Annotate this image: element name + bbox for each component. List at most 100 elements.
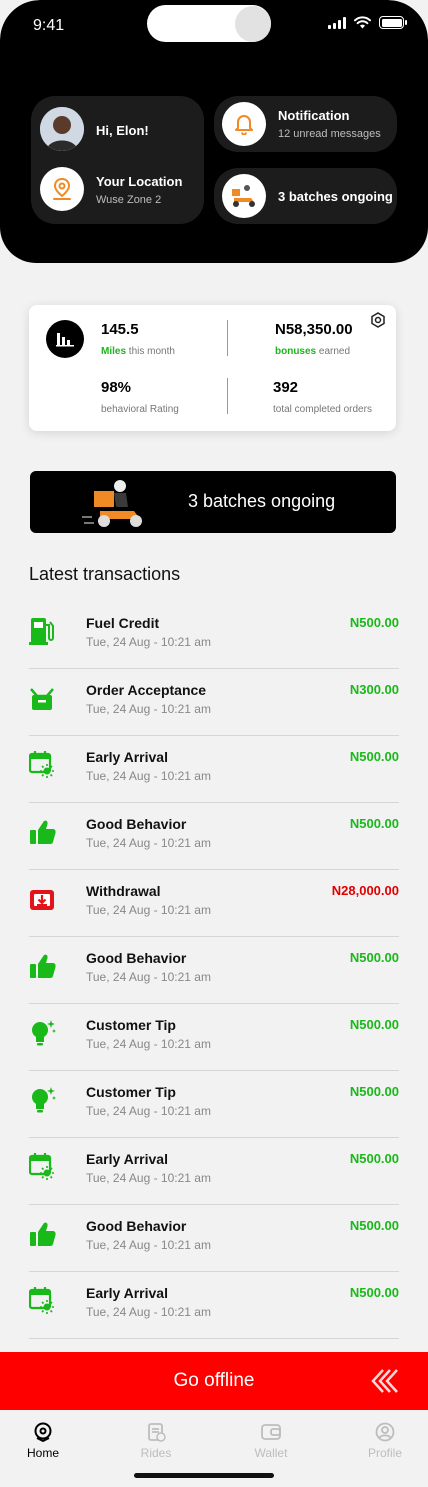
banner-label: 3 batches ongoing [188,491,336,511]
location-value: Wuse Zone 2 [96,194,162,206]
camera-icon [235,6,271,42]
transaction-row[interactable]: Fuel Credit Tue, 24 Aug - 10:21 am N500.00 [29,602,399,669]
bell-icon [222,102,266,146]
stats-card: 145.5 Miles this month N58,350.00 bonuse… [29,305,396,431]
transaction-title: Early Arrival [86,1151,168,1167]
go-offline-button[interactable]: Go offline [0,1352,428,1410]
transaction-date: Tue, 24 Aug - 10:21 am [86,903,211,917]
location-pin-icon [40,167,84,211]
wifi-icon [354,16,371,29]
transaction-date: Tue, 24 Aug - 10:21 am [86,769,211,783]
thumbs-up-icon [29,1219,56,1249]
calendar-sun-icon [28,750,55,780]
transaction-date: Tue, 24 Aug - 10:21 am [86,1238,211,1252]
divider [227,320,228,356]
signal-icon [328,16,346,29]
rides-list-icon [148,1423,166,1442]
transaction-title: Good Behavior [86,1218,187,1234]
delivery-scooter-icon [82,480,142,527]
profile-card[interactable]: Hi, Elon! Your Location Wuse Zone 2 [31,96,204,224]
nav-wallet-label: Wallet [254,1446,288,1460]
greeting: Hi, Elon! [96,123,149,138]
orders-label: total completed orders [273,404,372,415]
transaction-amount: N500.00 [349,816,399,831]
transaction-row[interactable]: Customer Tip Tue, 24 Aug - 10:21 am N500.0… [29,1004,399,1071]
phone-screen: 9:41 Hi, Elon! Your Location Wuse Zone 2… [0,0,428,1487]
bonus-value: N58,350.00 [275,321,353,338]
transaction-date: Tue, 24 Aug - 10:21 am [86,970,211,984]
header: 9:41 Hi, Elon! Your Location Wuse Zone 2… [0,0,428,263]
thumbs-up-icon [29,817,56,847]
basket-icon [29,683,55,713]
home-indicator[interactable] [134,1473,274,1478]
rating-label: behavioral Rating [101,404,179,415]
transaction-amount: N500.00 [349,1017,399,1032]
lightbulb-icon [29,1085,56,1115]
transaction-row[interactable]: Withdrawal Tue, 24 Aug - 10:21 am N28,000.… [29,870,399,937]
status-icons [328,16,407,29]
transaction-title: Good Behavior [86,816,187,832]
wallet-icon [261,1424,281,1440]
transaction-amount: N28,000.00 [331,883,399,898]
bonus-label: bonuses earned [275,346,351,357]
transaction-amount: N500.00 [349,615,399,630]
double-chevron-left-icon [371,1369,398,1393]
transaction-date: Tue, 24 Aug - 10:21 am [86,1171,211,1185]
nav-rides-label: Rides [140,1446,172,1460]
profile-icon [375,1422,395,1442]
transaction-amount: N500.00 [349,749,399,764]
transaction-row[interactable]: Good Behavior Tue, 24 Aug - 10:21 am N500.… [29,937,399,1004]
transaction-row[interactable]: Early Arrival Tue, 24 Aug - 10:21 am N500.… [28,736,399,803]
battery-icon [379,16,407,29]
batches-card[interactable]: 3 batches ongoing [214,168,397,224]
batches-banner[interactable]: 3 batches ongoing [30,471,396,533]
thumbs-up-icon [29,951,56,981]
location-title: Your Location [96,174,183,189]
transaction-date: Tue, 24 Aug - 10:21 am [86,836,211,850]
nav-wallet[interactable]: Wallet [241,1422,301,1460]
nav-home[interactable]: Home [13,1422,73,1460]
transaction-title: Early Arrival [86,749,168,765]
transaction-title: Customer Tip [86,1017,176,1033]
settings-icon[interactable] [370,312,386,328]
transaction-row[interactable]: Early Arrival Tue, 24 Aug - 10:21 am N500.… [28,1272,399,1339]
withdraw-icon [29,884,55,914]
transaction-row[interactable]: Customer Tip Tue, 24 Aug - 10:21 am N500.0… [29,1071,399,1138]
transaction-amount: N300.00 [349,682,399,697]
calendar-sun-icon [28,1286,55,1316]
transaction-row[interactable]: Order Acceptance Tue, 24 Aug - 10:21 am N3… [29,669,399,736]
transactions-title: Latest transactions [29,564,181,584]
transaction-amount: N500.00 [349,950,399,965]
transaction-row[interactable]: Early Arrival Tue, 24 Aug - 10:21 am N500.… [28,1138,399,1205]
transaction-title: Customer Tip [86,1084,176,1100]
transaction-title: Fuel Credit [86,615,160,631]
batches-card-label: 3 batches ongoing [278,189,393,204]
nav-profile[interactable]: Profile [355,1422,415,1460]
nav-home-label: Home [26,1446,59,1460]
go-offline-label: Go offline [173,1370,255,1391]
transaction-date: Tue, 24 Aug - 10:21 am [86,1305,211,1319]
transaction-row[interactable]: Good Behavior Tue, 24 Aug - 10:21 am N500.… [29,803,399,870]
notification-card[interactable]: Notification 12 unread messages [214,96,397,152]
transaction-date: Tue, 24 Aug - 10:21 am [86,702,211,716]
transaction-title: Order Acceptance [86,682,207,698]
transaction-amount: N500.00 [349,1285,399,1300]
transaction-title: Good Behavior [86,950,187,966]
avatar[interactable] [40,107,84,151]
nav-profile-label: Profile [367,1446,402,1460]
transaction-title: Withdrawal [86,883,161,899]
bar-chart-icon [46,320,84,358]
transaction-date: Tue, 24 Aug - 10:21 am [86,1037,211,1051]
transaction-date: Tue, 24 Aug - 10:21 am [86,635,211,649]
transaction-date: Tue, 24 Aug - 10:21 am [86,1104,211,1118]
lightbulb-icon [29,1018,56,1048]
home-steering-icon [34,1422,52,1442]
transaction-amount: N500.00 [349,1218,399,1233]
transaction-amount: N500.00 [349,1084,399,1099]
divider [227,378,228,414]
notification-title: Notification [278,108,350,123]
transaction-row[interactable]: Good Behavior Tue, 24 Aug - 10:21 am N500.… [29,1205,399,1272]
notification-sub: 12 unread messages [278,128,381,140]
nav-rides[interactable]: Rides [126,1422,186,1460]
fuel-pump-icon [29,616,55,646]
